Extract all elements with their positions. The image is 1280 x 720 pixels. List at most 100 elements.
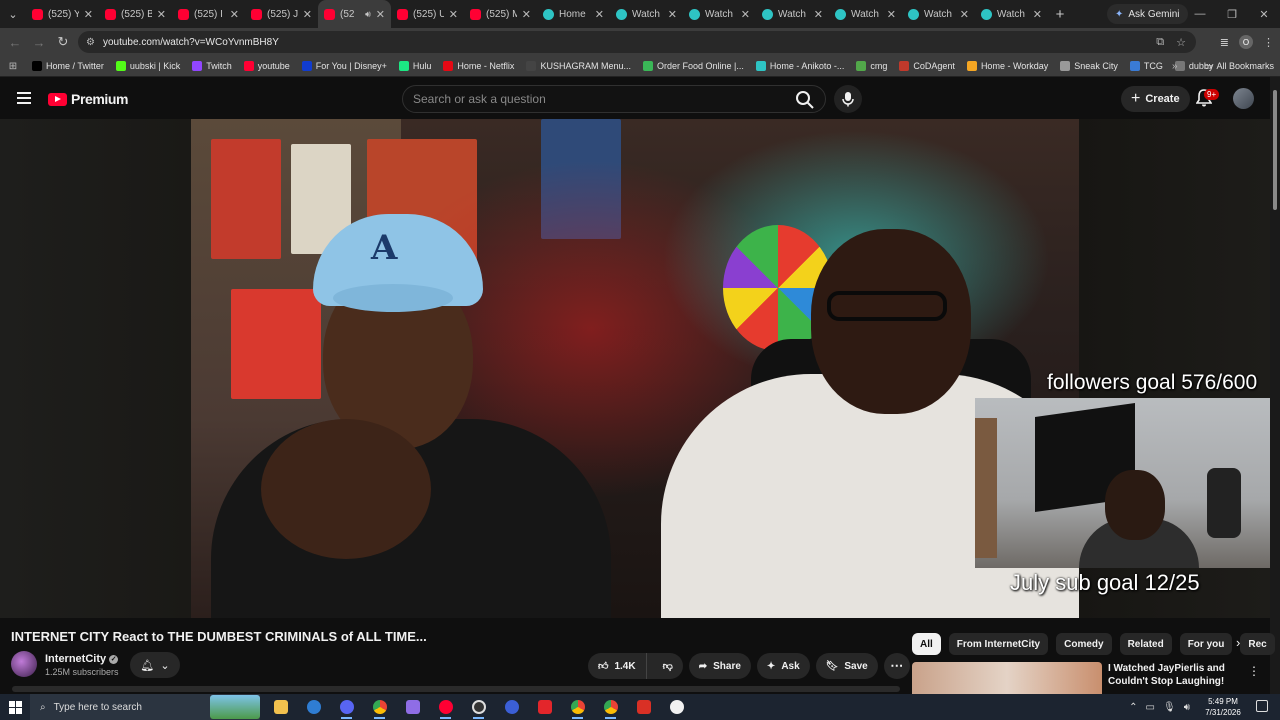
close-tab-icon[interactable]: ✕: [887, 8, 896, 21]
close-tab-icon[interactable]: ✕: [1033, 8, 1042, 21]
close-tab-icon[interactable]: ✕: [449, 8, 458, 21]
youtube-logo[interactable]: Premium: [48, 91, 129, 107]
close-tab-icon[interactable]: ✕: [741, 8, 750, 21]
search-input[interactable]: Search or ask a question: [402, 85, 826, 113]
channel-name-link[interactable]: InternetCity ✓: [45, 653, 119, 665]
browser-tab[interactable]: Watch ✕: [756, 0, 829, 28]
site-settings-icon[interactable]: ⚙: [86, 37, 95, 48]
voice-search-button[interactable]: [834, 85, 862, 113]
taskbar-clock[interactable]: 5:49 PM 7/31/2026: [1200, 696, 1246, 718]
close-tab-icon[interactable]: ✕: [960, 8, 969, 21]
cast-icon[interactable]: ⧉: [1156, 36, 1164, 49]
forward-icon[interactable]: →: [27, 35, 51, 50]
tab-audio-icon[interactable]: 🔊︎: [365, 9, 371, 20]
profile-avatar[interactable]: O: [1239, 35, 1253, 49]
browser-tab[interactable]: Watch ✕: [902, 0, 975, 28]
close-tab-icon[interactable]: ✕: [84, 8, 93, 21]
browser-tab[interactable]: Home ✕: [537, 0, 610, 28]
ask-button[interactable]: ✦ Ask: [756, 653, 810, 679]
clock-app[interactable]: [660, 694, 693, 720]
game-app[interactable]: [396, 694, 429, 720]
close-tab-icon[interactable]: ✕: [157, 8, 166, 21]
discord-app[interactable]: [330, 694, 363, 720]
reload-icon[interactable]: ↻: [51, 34, 75, 50]
browser-tab[interactable]: (525) M ✕: [464, 0, 537, 28]
filter-chip[interactable]: For you: [1179, 633, 1233, 655]
tab-search-icon[interactable]: ⌄: [0, 0, 26, 28]
address-bar[interactable]: ⚙ youtube.com/watch?v=WCoYvnmBH8Y ⧉ ☆: [78, 31, 1196, 53]
chrome-menu-icon[interactable]: ⋮: [1263, 36, 1274, 49]
bookmark-item[interactable]: uubski | Kick: [110, 61, 186, 71]
taskbar-search[interactable]: ⌕ Type here to search: [30, 694, 260, 720]
chevron-up-icon[interactable]: ⌃: [1129, 702, 1137, 713]
browser-tab[interactable]: (525) J ✕: [245, 0, 318, 28]
search-icon[interactable]: [795, 90, 815, 110]
filter-chip[interactable]: Related: [1119, 633, 1172, 655]
bookmark-item[interactable]: youtube: [238, 61, 296, 71]
app-circle[interactable]: [495, 694, 528, 720]
new-tab-icon[interactable]: +: [1048, 6, 1072, 23]
filter-chip[interactable]: All: [912, 633, 941, 655]
horizontal-scrollbar[interactable]: [12, 686, 900, 692]
microphone-tray-icon[interactable]: 🎙︎: [1163, 702, 1176, 713]
browser-tab[interactable]: (525) U ✕: [391, 0, 464, 28]
bookmark-item[interactable]: TCG: [1124, 61, 1169, 71]
bookmark-item[interactable]: For You | Disney+: [296, 61, 393, 71]
page-scrollbar[interactable]: [1270, 77, 1280, 694]
ask-gemini-button[interactable]: ✦ Ask Gemini: [1107, 4, 1188, 24]
restore-icon[interactable]: ❐: [1216, 0, 1248, 28]
filter-chip[interactable]: From InternetCity: [948, 633, 1049, 655]
close-tab-icon[interactable]: ✕: [595, 8, 604, 21]
close-tab-icon[interactable]: ✕: [668, 8, 677, 21]
bookmark-item[interactable]: Home - Workday: [961, 61, 1054, 71]
volume-icon[interactable]: 🔊︎: [1184, 702, 1190, 713]
video-player[interactable]: A followers goal 576/600 July sub goal 1…: [0, 119, 1270, 618]
save-button[interactable]: 🔖︎ Save: [815, 653, 878, 679]
create-button[interactable]: + Create: [1121, 86, 1190, 112]
like-button[interactable]: 👍︎ 1.4K: [588, 653, 647, 679]
close-tab-icon[interactable]: ✕: [522, 8, 531, 21]
bookmark-item[interactable]: CoDAgent: [893, 61, 961, 71]
recommendation-menu-icon[interactable]: ⋮: [1248, 664, 1260, 678]
windows-start-button[interactable]: [0, 700, 30, 714]
bookmark-item[interactable]: KUSHAGRAM Menu...: [520, 61, 637, 71]
file-explorer-app[interactable]: [264, 694, 297, 720]
bookmark-item[interactable]: cmg: [850, 61, 893, 71]
app-icon-blue[interactable]: [297, 694, 330, 720]
browser-tab[interactable]: (525) Y ✕: [26, 0, 99, 28]
filter-chip[interactable]: Comedy: [1056, 633, 1112, 655]
close-tab-icon[interactable]: ✕: [303, 8, 312, 21]
bookmark-item[interactable]: Home / Twitter: [26, 61, 110, 71]
app-red[interactable]: [528, 694, 561, 720]
browser-tab[interactable]: (525) B ✕: [99, 0, 172, 28]
recommendation-thumbnail[interactable]: [912, 662, 1102, 694]
bookmark-item[interactable]: Sneak City: [1054, 61, 1124, 71]
close-tab-icon[interactable]: ✕: [230, 8, 239, 21]
close-window-icon[interactable]: ✕: [1248, 0, 1280, 28]
chrome-app-3[interactable]: [594, 694, 627, 720]
recommendation-title[interactable]: I Watched JayPierlis and Couldn't Stop L…: [1108, 662, 1243, 688]
close-tab-icon[interactable]: ✕: [814, 8, 823, 21]
chrome-app-2[interactable]: [561, 694, 594, 720]
youtube-app[interactable]: [429, 694, 462, 720]
more-bookmarks-icon[interactable]: »: [1172, 61, 1178, 72]
account-avatar[interactable]: [1233, 88, 1254, 109]
notification-center-icon[interactable]: [1256, 700, 1268, 712]
browser-tab[interactable]: Watch ✕: [610, 0, 683, 28]
bookmark-item[interactable]: Order Food Online |...: [637, 61, 750, 71]
dislike-button[interactable]: 👎︎: [653, 653, 683, 679]
browser-tab[interactable]: (525) I ✕: [172, 0, 245, 28]
menu-icon[interactable]: [17, 92, 31, 104]
close-tab-icon[interactable]: ✕: [376, 8, 385, 21]
share-button[interactable]: ➦ Share: [688, 653, 751, 679]
network-icon[interactable]: ▭: [1146, 702, 1155, 713]
bookmark-item[interactable]: Twitch: [186, 61, 238, 71]
reading-list-icon[interactable]: ≣: [1220, 36, 1229, 49]
back-icon[interactable]: ←: [3, 35, 27, 50]
apps-grid-icon[interactable]: ⊞: [0, 61, 26, 72]
bookmark-item[interactable]: Hulu: [393, 61, 438, 71]
scrollbar-thumb[interactable]: [1273, 90, 1277, 210]
more-actions-button[interactable]: ⋯: [883, 653, 910, 679]
obs-app[interactable]: [462, 694, 495, 720]
all-bookmarks-button[interactable]: ▭ All Bookmarks: [1204, 61, 1274, 72]
